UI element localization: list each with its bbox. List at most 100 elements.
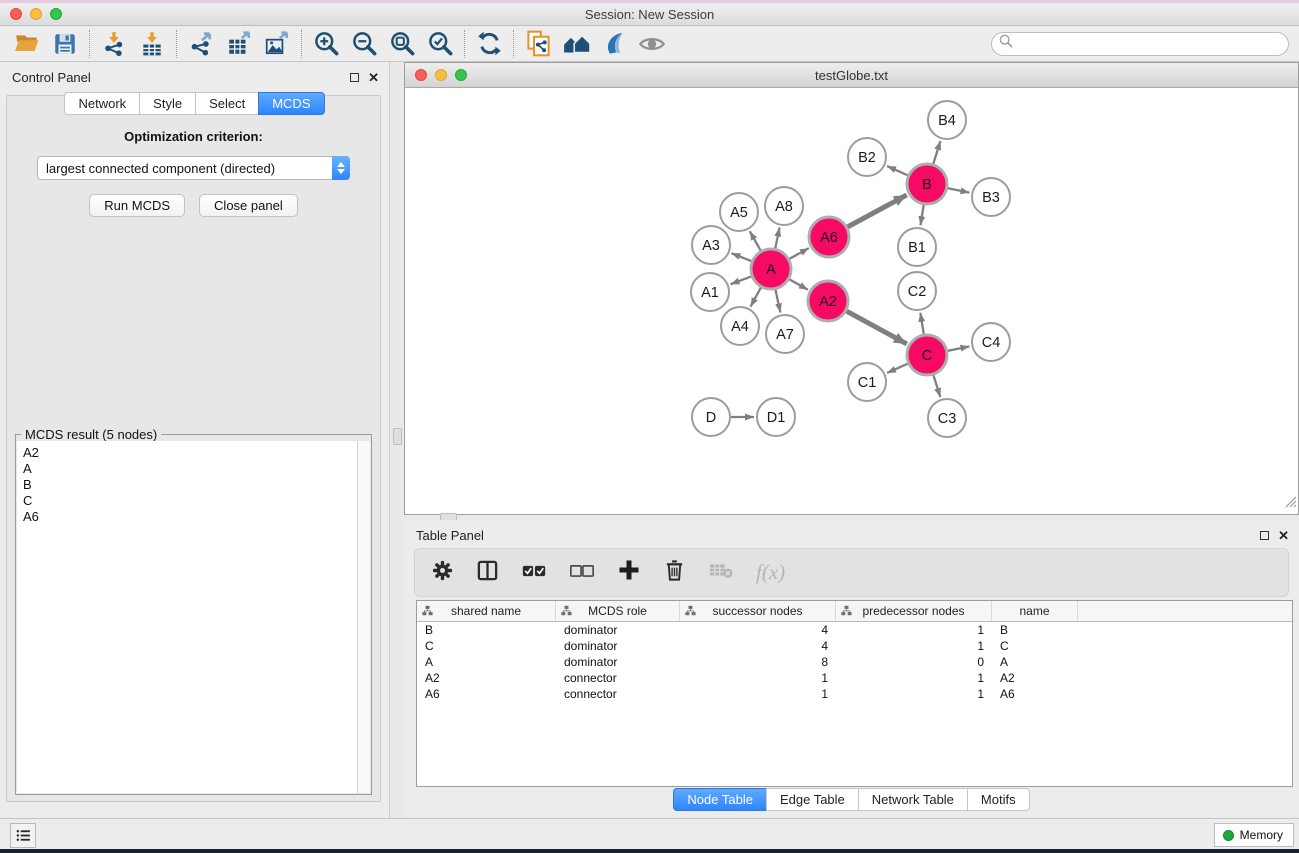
zoom-fit-icon[interactable] xyxy=(383,28,421,60)
deselect-all-icon[interactable] xyxy=(569,559,595,587)
new-network-from-selection-icon[interactable] xyxy=(519,28,557,60)
graphics-details-icon[interactable] xyxy=(595,28,633,60)
run-mcds-button[interactable]: Run MCDS xyxy=(89,194,185,217)
toolbar-separator xyxy=(513,30,514,58)
vertical-split-divider[interactable] xyxy=(390,62,404,818)
result-list-item[interactable]: A2 xyxy=(23,445,351,461)
node-table[interactable]: shared nameMCDS rolesuccessor nodesprede… xyxy=(416,600,1293,787)
import-network-icon[interactable] xyxy=(95,28,133,60)
column-header-MCDS-role[interactable]: MCDS role xyxy=(556,601,680,621)
table-row[interactable]: A2connector11A2 xyxy=(417,670,1292,686)
close-panel-button[interactable]: Close panel xyxy=(199,194,298,217)
add-icon[interactable] xyxy=(617,558,641,587)
graph-edge[interactable] xyxy=(920,205,923,226)
graph-edge[interactable] xyxy=(775,228,779,249)
delete-table-icon xyxy=(708,559,734,586)
graph-edge[interactable] xyxy=(789,279,808,289)
tab-node-table[interactable]: Node Table xyxy=(673,788,766,811)
close-table-panel-icon[interactable]: ✕ xyxy=(1278,531,1289,540)
graph-node-label: B1 xyxy=(908,240,926,256)
refresh-icon[interactable] xyxy=(470,28,508,60)
table-cell: 8 xyxy=(680,654,836,670)
export-image-icon[interactable] xyxy=(258,28,296,60)
resize-grip[interactable] xyxy=(1284,495,1297,513)
tab-style[interactable]: Style xyxy=(139,92,195,115)
graph-node-label: C2 xyxy=(908,284,927,300)
table-row[interactable]: Bdominator41B xyxy=(417,622,1292,638)
graph-edge[interactable] xyxy=(920,313,923,335)
graph-node-label: A7 xyxy=(776,327,794,343)
table-row[interactable]: A6connector11A6 xyxy=(417,686,1292,702)
graph-edge[interactable] xyxy=(846,311,906,344)
graph-edge[interactable] xyxy=(948,346,970,350)
zoom-selected-icon[interactable] xyxy=(421,28,459,60)
result-list-item[interactable]: A xyxy=(23,461,351,477)
column-header-name[interactable]: name xyxy=(992,601,1078,621)
graph-edge[interactable] xyxy=(750,231,761,251)
graph-edge[interactable] xyxy=(948,188,970,192)
split-column-icon[interactable] xyxy=(476,559,499,587)
graph-node-label: B xyxy=(922,177,932,193)
search-field[interactable] xyxy=(991,32,1289,56)
zoom-out-icon[interactable] xyxy=(345,28,383,60)
result-list-item[interactable]: C xyxy=(23,493,351,509)
tab-motifs[interactable]: Motifs xyxy=(967,788,1030,811)
graph-edge[interactable] xyxy=(847,195,906,227)
control-panel-tabs: Network Style Select MCDS xyxy=(0,92,389,115)
result-list-scrollbar[interactable] xyxy=(357,441,370,793)
graph-edge[interactable] xyxy=(887,364,908,373)
graph-edge[interactable] xyxy=(751,287,761,306)
graph-edge[interactable] xyxy=(933,375,940,397)
result-list-item[interactable]: A6 xyxy=(23,509,351,525)
graph-node-label: C3 xyxy=(938,411,957,427)
table-row[interactable]: Cdominator41C xyxy=(417,638,1292,654)
export-table-icon[interactable] xyxy=(220,28,258,60)
mcds-result-list[interactable]: A2ABCA6 xyxy=(17,441,357,793)
criterion-dropdown[interactable]: largest connected component (directed) xyxy=(37,156,350,180)
graph-node-label: A1 xyxy=(701,285,719,301)
graph-node-label: A4 xyxy=(731,319,749,335)
table-row[interactable]: Adominator80A xyxy=(417,654,1292,670)
select-all-icon[interactable] xyxy=(521,559,547,587)
graph-node-label: B2 xyxy=(858,150,876,166)
tab-network[interactable]: Network xyxy=(64,92,139,115)
dropdown-stepper-icon xyxy=(332,156,350,180)
graph-edge[interactable] xyxy=(887,166,908,175)
network-canvas[interactable]: B4B2BB3A8A5A6A3B1AC2A1A2A4A7C4CC1DC3D1 xyxy=(405,88,1298,514)
divider-handle[interactable] xyxy=(393,428,402,445)
search-input[interactable] xyxy=(1014,34,1288,54)
zoom-in-icon[interactable] xyxy=(307,28,345,60)
column-header-successor-nodes[interactable]: successor nodes xyxy=(680,601,836,621)
tab-edge-table[interactable]: Edge Table xyxy=(766,788,858,811)
tab-select[interactable]: Select xyxy=(195,92,258,115)
column-header-predecessor-nodes[interactable]: predecessor nodes xyxy=(836,601,992,621)
graph-edge[interactable] xyxy=(731,253,751,261)
show-hide-icon[interactable] xyxy=(633,28,671,60)
open-session-icon[interactable] xyxy=(8,28,46,60)
table-cell: A6 xyxy=(417,686,556,702)
graph-edge[interactable] xyxy=(731,276,752,284)
save-session-icon[interactable] xyxy=(46,28,84,60)
graph-edge[interactable] xyxy=(775,290,780,313)
task-history-button[interactable] xyxy=(10,823,36,848)
close-panel-icon[interactable]: ✕ xyxy=(368,73,379,82)
result-list-item[interactable]: B xyxy=(23,477,351,493)
tab-mcds[interactable]: MCDS xyxy=(258,92,324,115)
graph-node-label: A8 xyxy=(775,199,793,215)
memory-button[interactable]: Memory xyxy=(1214,823,1294,847)
delete-icon[interactable] xyxy=(663,559,686,587)
column-header-shared-name[interactable]: shared name xyxy=(417,601,556,621)
import-table-icon[interactable] xyxy=(133,28,171,60)
float-table-panel-icon[interactable] xyxy=(1260,531,1269,540)
mcds-result-groupbox: MCDS result (5 nodes) A2ABCA6 xyxy=(15,434,372,795)
float-panel-icon[interactable] xyxy=(350,73,359,82)
table-cell: A2 xyxy=(417,670,556,686)
control-panel-title: Control Panel xyxy=(12,70,91,85)
table-cell: A xyxy=(417,654,556,670)
export-network-icon[interactable] xyxy=(182,28,220,60)
first-neighbors-icon[interactable] xyxy=(557,28,595,60)
gear-icon[interactable] xyxy=(431,559,454,587)
graph-edge[interactable] xyxy=(789,248,808,259)
tab-network-table[interactable]: Network Table xyxy=(858,788,967,811)
graph-edge[interactable] xyxy=(933,141,940,164)
